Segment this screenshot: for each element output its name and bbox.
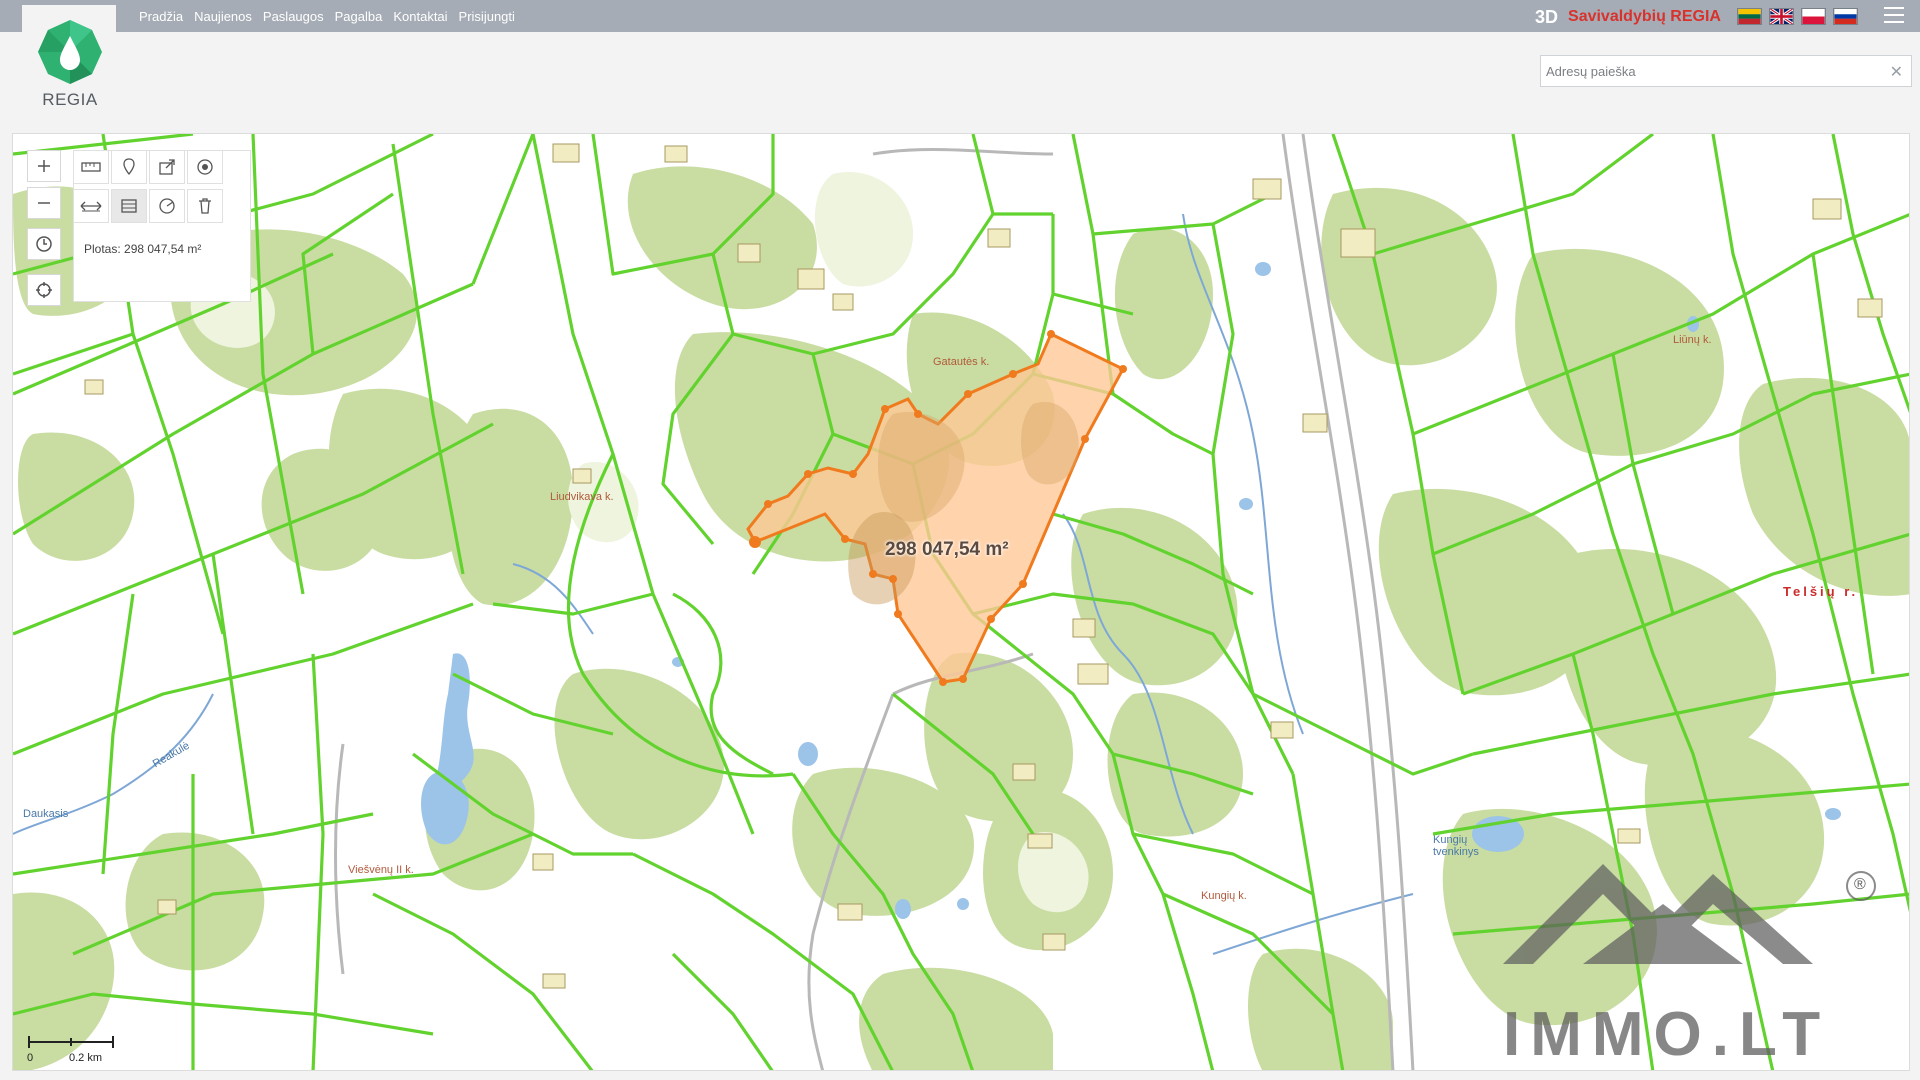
measure-area-button[interactable] (111, 189, 147, 223)
minus-icon (38, 202, 50, 204)
export-button[interactable] (149, 150, 185, 184)
logo-text: REGIA (42, 90, 98, 109)
nav-item-prisijungti[interactable]: Prisijungti (459, 9, 515, 24)
width-arrows-icon (80, 201, 102, 212)
locate-button[interactable] (27, 274, 61, 306)
language-switcher (1737, 8, 1865, 25)
menu-icon[interactable] (1884, 7, 1904, 25)
address-search-input[interactable] (1541, 56, 1866, 86)
brand-3d-label[interactable]: 3D (1535, 7, 1558, 28)
polygon-area-label: 298 047,54 m² (885, 539, 1009, 560)
ruler-icon (81, 162, 101, 172)
plus-icon (38, 160, 50, 172)
measure-radius-button[interactable] (149, 189, 185, 223)
scale-length: 0.2 km (69, 1052, 103, 1064)
brand-name[interactable]: Savivaldybių REGIA (1568, 8, 1721, 26)
nav-item-kontaktai[interactable]: Kontaktai (393, 9, 447, 24)
clock-icon (36, 236, 52, 252)
watermark-registered: ® (1854, 876, 1866, 893)
place-label-kungiu-tvenkinys: Kungių tvenkinys (1433, 834, 1479, 858)
clear-search-icon[interactable]: ✕ (1890, 62, 1903, 82)
nav-item-naujienos[interactable]: Naujienos (194, 9, 252, 24)
measure-distance-button[interactable] (73, 150, 109, 184)
place-label-gataute: Gatautės k. (933, 356, 990, 368)
address-search: ✕ (1540, 55, 1912, 87)
place-marker-button[interactable] (111, 150, 147, 184)
trash-icon (199, 198, 211, 214)
radius-icon (159, 198, 175, 214)
nav-item-pagalba[interactable]: Pagalba (335, 9, 383, 24)
nav-item-pradzia[interactable]: Pradžia (139, 9, 183, 24)
delete-measure-button[interactable] (187, 189, 223, 223)
flag-pl-icon[interactable] (1801, 8, 1826, 25)
place-label-kungiu: Kungių k. (1201, 890, 1247, 902)
share-icon (159, 159, 175, 175)
zoom-in-button[interactable] (27, 150, 61, 182)
zoom-out-button[interactable] (27, 187, 61, 219)
area-readout: Plotas: 298 047,54 m² (84, 242, 202, 256)
map-base-layer (13, 134, 1909, 1070)
place-label-liudvikava: Liudvikava k. (550, 491, 614, 503)
flag-lt-icon[interactable] (1737, 8, 1762, 25)
main-nav: Pradžia Naujienos Paslaugos Pagalba Kont… (139, 0, 526, 32)
place-label-viesvenu: Viešvėnų II k. (348, 864, 414, 876)
watermark-text: IMMO.LT (1503, 1000, 1831, 1069)
measure-width-button[interactable] (73, 189, 109, 223)
crosshair-icon (36, 282, 52, 298)
scale-zero: 0 (27, 1052, 34, 1064)
map-canvas[interactable]: Plotas: 298 047,54 m² 298 047,54 m² Gata… (12, 133, 1910, 1071)
flag-ru-icon[interactable] (1833, 8, 1858, 25)
place-label-daukusis: Daukasis (23, 808, 69, 820)
map-pin-icon (123, 158, 135, 176)
flag-en-icon[interactable] (1769, 8, 1794, 25)
place-label-liunu: Liūnų k. (1673, 334, 1712, 346)
point-tool-button[interactable] (187, 150, 223, 184)
target-icon (197, 159, 213, 175)
nav-item-paslaugos[interactable]: Paslaugos (263, 9, 324, 24)
district-label: Telšių r. (1783, 584, 1859, 599)
brand[interactable]: 3D Savivaldybių REGIA (1535, 6, 1721, 28)
history-button[interactable] (27, 228, 61, 260)
top-bar: Pradžia Naujienos Paslaugos Pagalba Kont… (0, 0, 1920, 32)
area-icon (121, 199, 137, 213)
